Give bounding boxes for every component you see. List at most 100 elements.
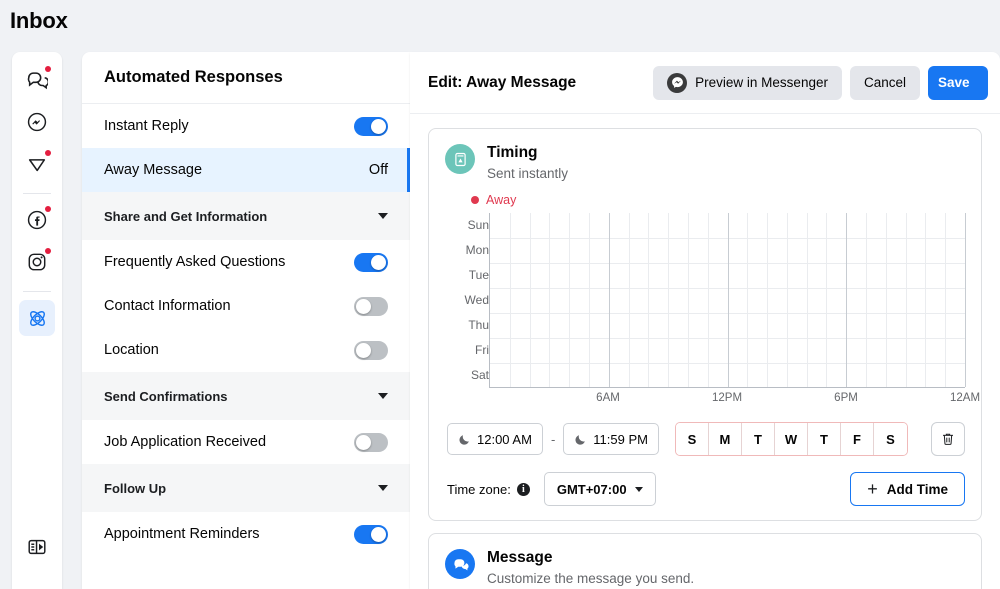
toggle-panel-icon[interactable] — [19, 529, 55, 565]
schedule-vline — [806, 213, 808, 387]
timezone-value: GMT+07:00 — [556, 481, 627, 497]
toggle-knob — [371, 254, 386, 270]
day-toggle-2[interactable]: T — [741, 423, 775, 455]
schedule-vline — [846, 213, 848, 387]
list-item-frequently-asked-questions[interactable]: Frequently Asked Questions — [82, 240, 410, 284]
day-toggle-6[interactable]: S — [873, 423, 907, 455]
automation-icon[interactable] — [19, 300, 55, 336]
schedule-vline — [628, 213, 630, 387]
automation-list: Instant Reply Away Message Off Share and Ge… — [82, 104, 410, 556]
messenger-icon[interactable] — [19, 104, 55, 140]
schedule-vline — [569, 213, 571, 387]
schedule-vline — [767, 213, 769, 387]
group-header-send-confirmations[interactable]: Send Confirmations — [82, 372, 410, 420]
message-card-header: Message Customize the message you send. — [445, 548, 965, 588]
day-toggle-0[interactable]: S — [675, 423, 709, 455]
list-item-label: Frequently Asked Questions — [104, 254, 286, 270]
send-icon[interactable] — [19, 146, 55, 182]
message-card[interactable]: Message Customize the message you send. — [428, 533, 982, 589]
facebook-icon[interactable] — [19, 202, 55, 238]
toggle-knob — [356, 342, 371, 358]
schedule-day-labels: Sun Mon Tue Wed Thu Fri Sat — [451, 213, 489, 408]
add-time-button[interactable]: + Add Time — [850, 472, 965, 506]
timing-subtitle: Sent instantly — [487, 166, 569, 181]
rail-divider-1 — [23, 193, 51, 194]
schedule-vline — [687, 213, 689, 387]
timing-card-header: Timing Sent instantly — [445, 143, 965, 183]
day-toggle-1[interactable]: M — [708, 423, 742, 455]
message-title: Message — [487, 549, 553, 566]
schedule-plot[interactable]: 6AM 12PM 6PM 12AM — [489, 213, 980, 408]
preview-in-messenger-button[interactable]: Preview in Messenger — [653, 65, 842, 100]
schedule-vline — [905, 213, 907, 387]
toggle-switch[interactable] — [354, 524, 388, 544]
day-toggle-3[interactable]: W — [774, 423, 808, 455]
group-label: Send Confirmations — [104, 388, 228, 404]
day-toggle-5[interactable]: F — [840, 423, 874, 455]
schedule-vline — [885, 213, 887, 387]
schedule-grid-canvas[interactable] — [489, 213, 966, 388]
toggle-switch[interactable] — [354, 252, 388, 272]
info-icon[interactable]: i — [516, 482, 530, 496]
save-button-label: Save — [938, 75, 970, 90]
cancel-button[interactable]: Cancel — [849, 65, 920, 100]
toggle-switch[interactable] — [354, 116, 388, 136]
day-selector[interactable]: SMTWTFS — [674, 422, 908, 456]
list-item-contact-information[interactable]: Contact Information — [82, 284, 410, 328]
chevron-down-icon — [378, 393, 388, 399]
away-legend-dot — [471, 196, 479, 204]
start-time-value: 12:00 AM — [477, 431, 532, 447]
away-legend: Away — [471, 193, 965, 207]
group-header-share-and-get-information[interactable]: Share and Get Information — [82, 192, 410, 240]
group-label: Share and Get Information — [104, 208, 268, 224]
schedule-axis-label: 12AM — [949, 392, 981, 404]
group-header-follow-up[interactable]: Follow Up — [82, 464, 410, 512]
automated-responses-panel: Automated Responses Instant Reply Away Me… — [82, 52, 410, 589]
instagram-badge-dot — [45, 248, 51, 254]
schedule-axis: 6AM 12PM 6PM 12AM — [489, 388, 980, 408]
delete-time-button[interactable] — [931, 422, 965, 456]
instagram-icon[interactable] — [19, 244, 55, 280]
timezone-label: Time zone: — [447, 481, 511, 497]
chats-icon[interactable] — [19, 62, 55, 98]
editor-panel: Edit: Away Message Preview in Messenger … — [410, 52, 1000, 589]
hourglass-icon — [445, 144, 475, 174]
schedule-vline — [727, 213, 729, 387]
list-item-instant-reply[interactable]: Instant Reply — [82, 104, 410, 148]
schedule-vline — [668, 213, 670, 387]
timezone-row: Time zone: i GMT+07:00 + Add Time — [445, 472, 965, 506]
toggle-switch[interactable] — [354, 432, 388, 452]
day-toggle-4[interactable]: T — [807, 423, 841, 455]
list-item-job-application-received[interactable]: Job Application Received — [82, 420, 410, 464]
save-button[interactable]: Save — [928, 65, 988, 100]
schedule-day-label: Mon — [465, 243, 489, 257]
timezone-select[interactable]: GMT+07:00 — [543, 472, 656, 506]
toggle-switch[interactable] — [354, 340, 388, 360]
moon-icon — [575, 434, 586, 445]
chevron-down-icon — [378, 213, 388, 219]
schedule-day-label: Tue — [468, 268, 489, 282]
schedule-vline — [509, 213, 511, 387]
trash-icon — [943, 433, 953, 445]
list-item-appointment-reminders[interactable]: Appointment Reminders — [82, 512, 410, 556]
schedule-vline — [925, 213, 927, 387]
schedule-day-label: Sat — [470, 368, 489, 382]
start-time-field[interactable]: 12:00 AM — [447, 423, 543, 455]
message-bubble-icon — [445, 549, 475, 579]
schedule-grid[interactable]: Sun Mon Tue Wed Thu Fri Sat 6AM 12PM 6PM 12AM — [451, 213, 980, 408]
schedule-vline — [786, 213, 788, 387]
schedule-vline — [707, 213, 709, 387]
plus-icon: + — [867, 479, 878, 499]
list-item-state: Off — [368, 162, 388, 178]
schedule-vline — [608, 213, 610, 387]
list-item-location[interactable]: Location — [82, 328, 410, 372]
list-item-away-message[interactable]: Away Message Off — [82, 148, 410, 192]
message-subtitle: Customize the message you send. — [487, 571, 695, 586]
chevron-down-icon — [378, 485, 388, 491]
end-time-field[interactable]: 11:59 PM — [563, 423, 659, 455]
range-separator: - — [550, 431, 556, 447]
schedule-axis-label: 6PM — [834, 392, 858, 404]
schedule-day-label: Fri — [475, 343, 489, 357]
list-item-label: Away Message — [104, 162, 203, 178]
toggle-switch[interactable] — [354, 296, 388, 316]
